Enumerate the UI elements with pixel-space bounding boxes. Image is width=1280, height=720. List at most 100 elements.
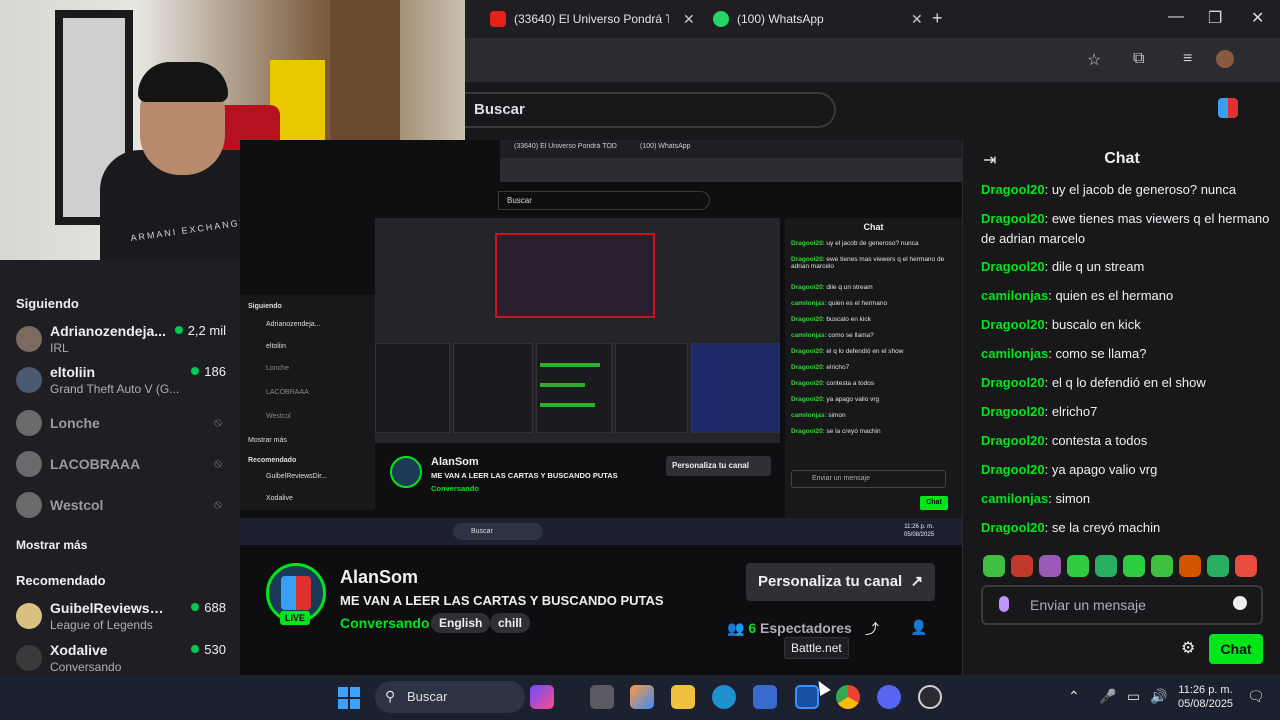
- extensions-icon[interactable]: ⧉: [1133, 50, 1144, 68]
- nested-chat-user: Dragool20: [791, 240, 823, 247]
- search-input[interactable]: Buscar: [455, 92, 836, 128]
- emote-icon[interactable]: [1207, 555, 1229, 577]
- emote-icon[interactable]: [1039, 555, 1061, 577]
- nested-chat-text: elricho7: [826, 364, 850, 371]
- tag-english[interactable]: English: [431, 613, 491, 633]
- chat-username[interactable]: Dragool20: [981, 433, 1045, 448]
- chat-username[interactable]: Dragool20: [981, 375, 1045, 390]
- customize-channel-button[interactable]: Personaliza tu canal ↗: [746, 563, 936, 601]
- tab-youtube[interactable]: (33640) El Universo Pondrá TOD ✕: [490, 6, 695, 32]
- windows-start-icon[interactable]: [338, 687, 360, 709]
- chat-message: Dragool20: dile q un stream: [981, 259, 1145, 274]
- emoji-picker-icon[interactable]: [1233, 596, 1247, 610]
- sidebar-channel[interactable]: Adrianozendeja... IRL 2,2 mil: [16, 323, 226, 359]
- sidebar-channel[interactable]: Westcol ⦸: [16, 489, 226, 525]
- nested-sidebar: Siguiendo Adrianozendeja... eltoliin Lon…: [240, 295, 375, 510]
- copilot-icon[interactable]: [530, 685, 554, 709]
- chat-message: Dragool20: uy el jacob de generoso? nunc…: [981, 182, 1237, 197]
- emote-icon[interactable]: [1095, 555, 1117, 577]
- emote-icon[interactable]: [983, 555, 1005, 577]
- viewer-count: 2,2 mil: [175, 323, 226, 338]
- chat-username[interactable]: Dragool20: [981, 259, 1045, 274]
- video-player[interactable]: (33640) El Universo Pondrá TOD (100) Wha…: [240, 140, 962, 545]
- taskbar-clock[interactable]: 11:26 p. m. 05/08/2025: [1178, 683, 1233, 711]
- bookmark-star-icon[interactable]: ☆: [1087, 50, 1101, 70]
- sidebar-channel[interactable]: eltoliin Grand Theft Auto V (G... 186: [16, 364, 226, 400]
- new-tab-icon[interactable]: +: [932, 8, 943, 29]
- chrome-icon[interactable]: [836, 685, 860, 709]
- chat-username[interactable]: Dragool20: [981, 462, 1045, 477]
- notifications-icon[interactable]: 🗨: [1247, 688, 1265, 705]
- chat-message-input[interactable]: Enviar un mensaje: [981, 585, 1263, 625]
- streamer-name[interactable]: AlanSom: [340, 567, 418, 588]
- maximize-icon[interactable]: ❐: [1208, 8, 1222, 28]
- chat-username[interactable]: camilonjas: [981, 346, 1048, 361]
- offline-icon: ⦸: [214, 415, 222, 429]
- show-more-link[interactable]: Mostrar más: [16, 538, 87, 552]
- nested-stream-title: ME VAN A LEER LAS CARTAS Y BUSCANDO PUTA…: [431, 471, 618, 480]
- chat-username[interactable]: Dragool20: [981, 182, 1045, 197]
- tag-chill[interactable]: chill: [490, 613, 531, 633]
- media-control-icon[interactable]: ≡: [1183, 50, 1192, 68]
- viewers-icon: 👥: [727, 620, 745, 636]
- chat-username[interactable]: Dragool20: [981, 520, 1045, 535]
- follow-user-icon[interactable]: 👤: [910, 619, 927, 636]
- emote-icon[interactable]: [1235, 555, 1257, 577]
- profile-avatar[interactable]: [1216, 50, 1234, 68]
- store-icon[interactable]: [753, 685, 777, 709]
- chat-username[interactable]: Dragool20: [981, 211, 1045, 226]
- share-icon[interactable]: ⤴: [865, 619, 879, 639]
- taskbar-search[interactable]: Buscar: [375, 681, 525, 713]
- file-explorer-icon[interactable]: [671, 685, 695, 709]
- discord-icon[interactable]: [877, 685, 901, 709]
- nested-channel: Westcol: [266, 413, 291, 420]
- close-window-icon[interactable]: ✕: [1251, 8, 1264, 28]
- stream-category-link[interactable]: Conversando: [340, 615, 429, 631]
- sidebar-channel[interactable]: Xodalive Conversando 530: [16, 642, 226, 678]
- sidebar-channel[interactable]: LACOBRAAA ⦸: [16, 448, 226, 484]
- task-view-icon[interactable]: [590, 685, 614, 709]
- emote-icon[interactable]: [1123, 555, 1145, 577]
- close-tab-icon[interactable]: ✕: [683, 11, 695, 28]
- network-icon[interactable]: ▭: [1127, 688, 1140, 705]
- windows-taskbar: Buscar ⚲ ⌃ 🎤 ▭ 🔊 11:26 p. m. 05/08/2025 …: [0, 675, 1280, 720]
- sidebar-channel[interactable]: GuibelReviewsDir... League of Legends 68…: [16, 600, 226, 636]
- emote-icon[interactable]: [1151, 555, 1173, 577]
- avatar: [16, 645, 42, 671]
- stream-info-bar: LIVE AlanSom ME VAN A LEER LAS CARTAS Y …: [240, 545, 962, 675]
- tray-mic-icon[interactable]: 🎤: [1099, 688, 1116, 705]
- nested-taskbar-search: Buscar: [453, 523, 543, 540]
- channel-category: League of Legends: [50, 618, 153, 632]
- send-chat-button[interactable]: Chat: [1209, 634, 1263, 664]
- microphone-icon[interactable]: [999, 596, 1009, 612]
- nested-clock: 11:26 p. m. 05/08/2025: [904, 523, 934, 539]
- emote-icon[interactable]: [1011, 555, 1033, 577]
- edge-icon[interactable]: [712, 685, 736, 709]
- nested-search: Buscar: [498, 191, 710, 210]
- user-avatar-icon[interactable]: [1218, 98, 1238, 118]
- volume-icon[interactable]: 🔊: [1150, 688, 1167, 705]
- viewer-count-display: 👥 6 Espectadores: [727, 620, 852, 637]
- chat-settings-gear-icon[interactable]: ⚙: [1181, 638, 1195, 658]
- chat-text: el q lo defendió en el show: [1051, 375, 1206, 390]
- nested-channel: GuibelReviewsDir...: [266, 473, 328, 480]
- nested-chat-text: buscalo en kick: [826, 316, 871, 323]
- sidebar-channel[interactable]: Lonche ⦸: [16, 407, 226, 443]
- tray-overflow-icon[interactable]: ⌃: [1068, 688, 1080, 705]
- obs-panel: [536, 343, 612, 433]
- chat-username[interactable]: Dragool20: [981, 404, 1045, 419]
- close-tab-icon[interactable]: ✕: [911, 11, 923, 28]
- nested-channel: LACOBRAAA: [266, 389, 309, 396]
- chat-username[interactable]: Dragool20: [981, 317, 1045, 332]
- external-link-icon: ↗: [906, 573, 924, 590]
- chat-title: Chat: [1104, 150, 1140, 167]
- emote-icon[interactable]: [1179, 555, 1201, 577]
- chat-username[interactable]: camilonjas: [981, 288, 1048, 303]
- obs-icon[interactable]: [918, 685, 942, 709]
- tab-whatsapp[interactable]: (100) WhatsApp ✕: [713, 6, 923, 32]
- chat-text: quien es el hermano: [1055, 288, 1174, 303]
- minimize-icon[interactable]: —: [1168, 8, 1184, 26]
- chat-username[interactable]: camilonjas: [981, 491, 1048, 506]
- widgets-icon[interactable]: [630, 685, 654, 709]
- emote-icon[interactable]: [1067, 555, 1089, 577]
